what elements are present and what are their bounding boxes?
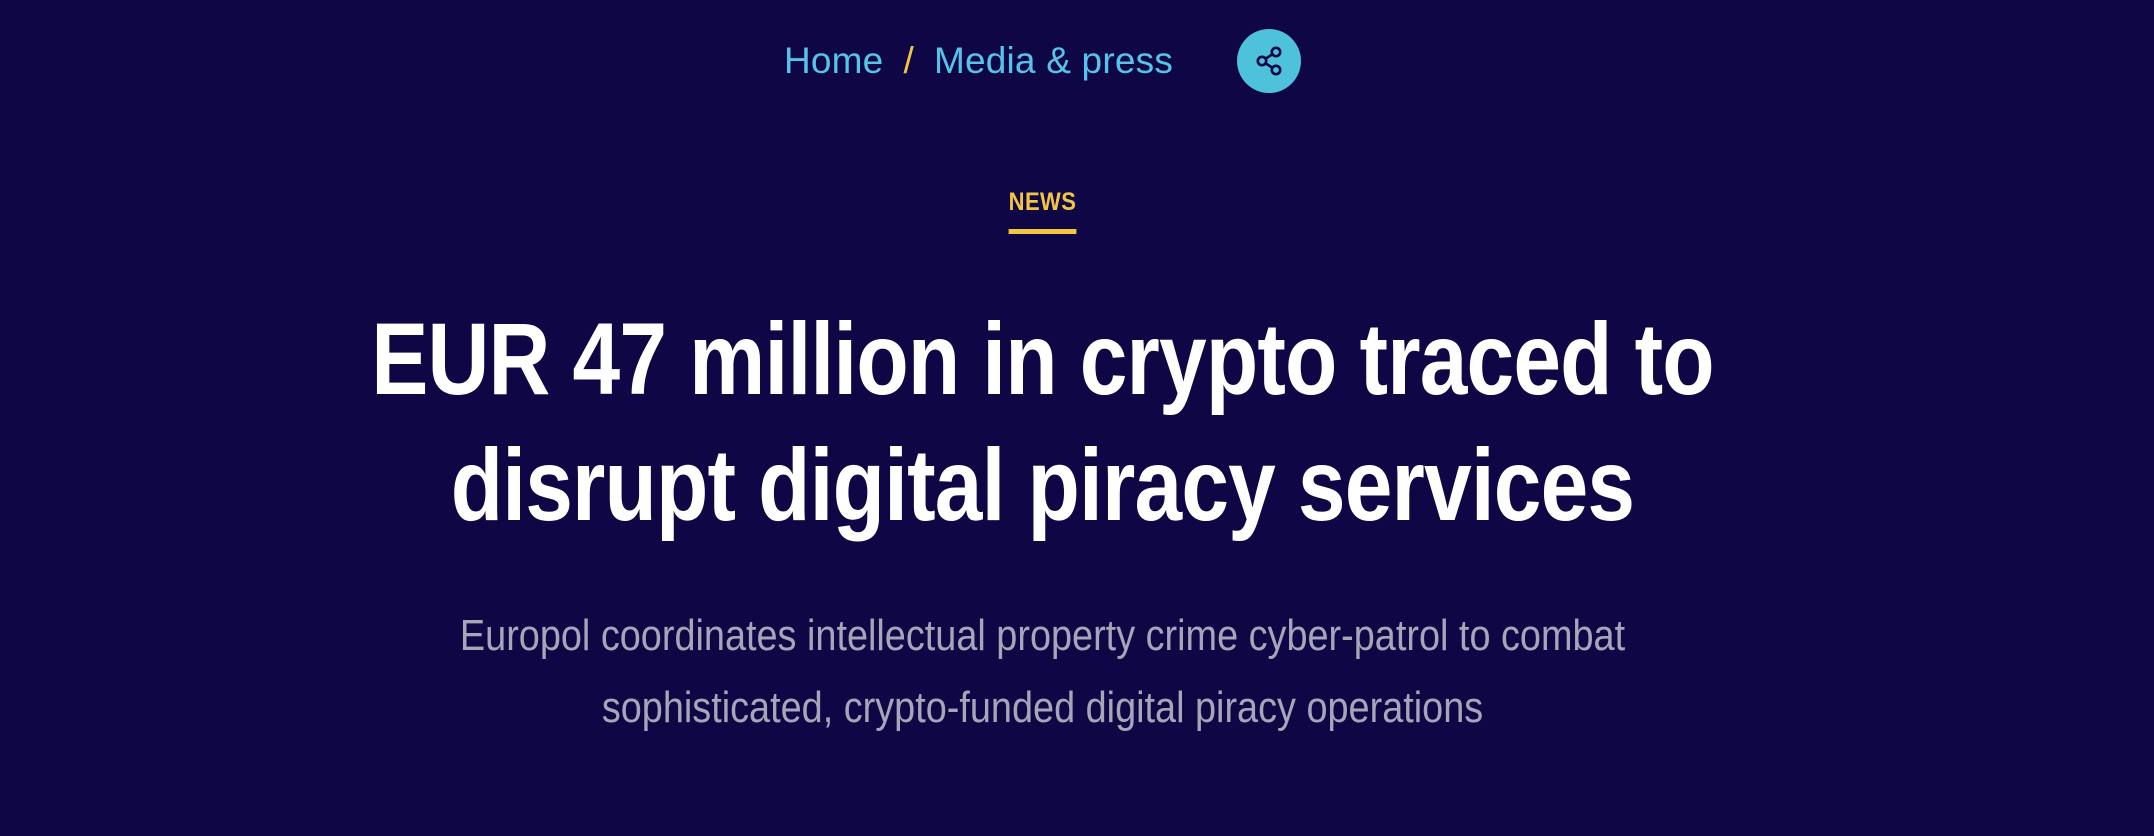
share-button[interactable] [1237, 29, 1302, 93]
breadcrumb-media-press-link[interactable]: Media & press [934, 40, 1173, 82]
article-subtitle: Europol coordinates intellectual propert… [459, 611, 1626, 732]
breadcrumb-home-link[interactable]: Home [784, 40, 884, 82]
article-hero: Home / Media & press NEWS EUR 47 million… [0, 0, 2154, 836]
breadcrumb-bar: Home / Media & press [0, 22, 2085, 100]
category: NEWS [0, 188, 2085, 234]
breadcrumb: Home / Media & press [784, 40, 1173, 82]
article-title: EUR 47 million in crypto traced to disru… [371, 302, 1714, 542]
breadcrumb-separator: / [903, 40, 914, 81]
category-label: NEWS [1008, 188, 1077, 234]
share-icon [1256, 46, 1282, 76]
